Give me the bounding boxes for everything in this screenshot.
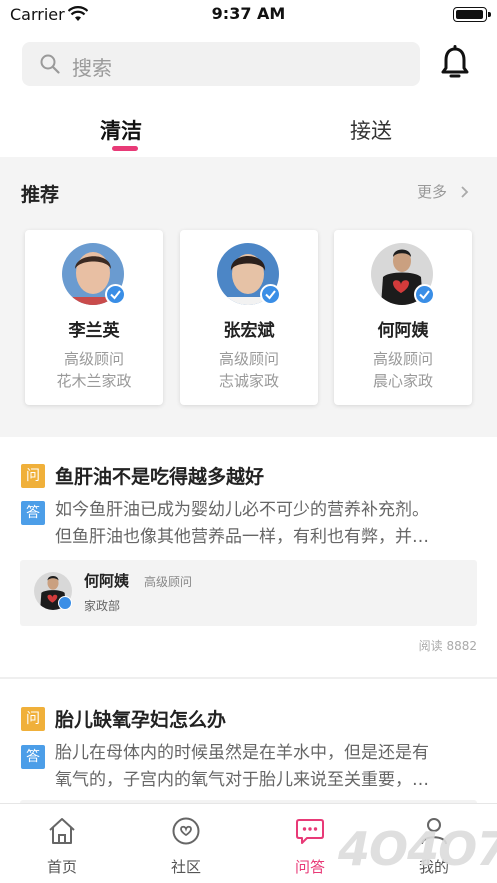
answer-badge: 答 bbox=[21, 501, 45, 525]
bottom-nav: 首页 社区 问答 我的 bbox=[0, 803, 497, 883]
consultant-role: 高级顾问 bbox=[63, 350, 124, 368]
consultant-role: 高级顾问 bbox=[218, 350, 279, 368]
qa-item[interactable]: 问 胎儿缺氧孕妇怎么办 答 胎儿在母体内的时候虽然是在羊水中，但是还是有 氧气的… bbox=[0, 679, 497, 810]
user-icon bbox=[421, 818, 447, 845]
answer-line: 但鱼肝油也像其他营养品一样，有利也有弊，并… bbox=[55, 527, 429, 547]
consultant-role: 高级顾问 bbox=[144, 575, 193, 589]
consultant-name: 何阿姨 bbox=[377, 321, 429, 341]
nav-label: 首页 bbox=[46, 858, 77, 876]
question-badge: 问 bbox=[21, 707, 45, 731]
read-count: 阅读 8882 bbox=[418, 639, 477, 653]
qa-item[interactable]: 问 鱼肝油不是吃得越多越好 答 如今鱼肝油已成为婴幼儿必不可少的营养补充剂。 但… bbox=[0, 437, 497, 677]
consultant-name: 李兰英 bbox=[68, 321, 120, 341]
battery-level bbox=[456, 10, 483, 19]
chevron-right-icon[interactable] bbox=[460, 186, 469, 198]
search-icon bbox=[40, 54, 60, 74]
answer-text: 如今鱼肝油已成为婴幼儿必不可少的营养补充剂。 但鱼肝油也像其他营养品一样，有利也… bbox=[55, 497, 475, 551]
home-icon bbox=[49, 818, 75, 844]
consultant-name: 张宏斌 bbox=[223, 321, 275, 341]
question-badge: 问 bbox=[21, 464, 45, 488]
consultant-role: 高级顾问 bbox=[372, 350, 433, 368]
more-link[interactable]: 更多 bbox=[417, 181, 447, 202]
answer-badge: 答 bbox=[21, 745, 45, 769]
answer-line: 胎儿在母体内的时候虽然是在羊水中，但是还是有 bbox=[55, 743, 429, 763]
tab-clean[interactable]: 清洁 bbox=[100, 115, 142, 145]
consultant-company: 花木兰家政 bbox=[56, 372, 132, 390]
nav-item-profile[interactable]: 我的 bbox=[372, 804, 496, 883]
consultant-card[interactable]: 何阿姨 高级顾问 晨心家政 bbox=[334, 230, 472, 405]
verified-icon bbox=[105, 284, 126, 305]
consultant-card[interactable]: 李兰英 高级顾问 花木兰家政 bbox=[25, 230, 163, 405]
nav-label: 社区 bbox=[170, 858, 201, 876]
clock: 9:37 AM bbox=[211, 4, 286, 23]
search-placeholder: 搜索 bbox=[72, 56, 112, 80]
consultant-company: 家政部 bbox=[84, 599, 121, 613]
consultant-card[interactable]: 张宏斌 高级顾问 志诚家政 bbox=[180, 230, 318, 405]
search-input[interactable]: 搜索 bbox=[22, 42, 420, 86]
recommend-section: 推荐 更多 李兰英 高级顾问 花木兰家政 张宏斌 高级顾问 志诚家政 何阿姨 高… bbox=[0, 157, 497, 437]
nav-item-qa[interactable]: 问答 bbox=[248, 804, 372, 883]
answer-line: 氧气的，子宫内的氧气对于胎儿来说至关重要，… bbox=[55, 770, 429, 790]
nav-item-community[interactable]: 社区 bbox=[124, 804, 248, 883]
bell-icon[interactable] bbox=[438, 45, 472, 81]
heart-chat-icon bbox=[172, 817, 200, 845]
consultant-info[interactable]: 何阿姨 高级顾问 家政部 bbox=[20, 560, 477, 626]
question-title[interactable]: 胎儿缺氧孕妇怎么办 bbox=[55, 705, 226, 732]
tab-active-indicator bbox=[112, 146, 138, 151]
question-title[interactable]: 鱼肝油不是吃得越多越好 bbox=[55, 462, 264, 489]
tab-pickup[interactable]: 接送 bbox=[350, 115, 392, 145]
battery-icon bbox=[453, 7, 491, 22]
consultant-name: 何阿姨 bbox=[84, 572, 130, 590]
nav-label: 问答 bbox=[294, 858, 325, 876]
nav-item-home[interactable]: 首页 bbox=[0, 804, 124, 883]
chat-bubble-icon bbox=[296, 819, 324, 844]
status-bar: Carrier 9:37 AM bbox=[0, 0, 497, 30]
section-title: 推荐 bbox=[21, 184, 60, 206]
answer-text: 胎儿在母体内的时候虽然是在羊水中，但是还是有 氧气的，子宫内的氧气对于胎儿来说至… bbox=[55, 740, 475, 794]
verified-icon bbox=[260, 284, 281, 305]
nav-label: 我的 bbox=[418, 858, 449, 876]
verified-icon bbox=[414, 284, 435, 305]
answer-line: 如今鱼肝油已成为婴幼儿必不可少的营养补充剂。 bbox=[55, 500, 429, 520]
verified-icon bbox=[58, 596, 72, 610]
consultant-company: 晨心家政 bbox=[372, 372, 433, 390]
consultant-company: 志诚家政 bbox=[218, 372, 279, 390]
